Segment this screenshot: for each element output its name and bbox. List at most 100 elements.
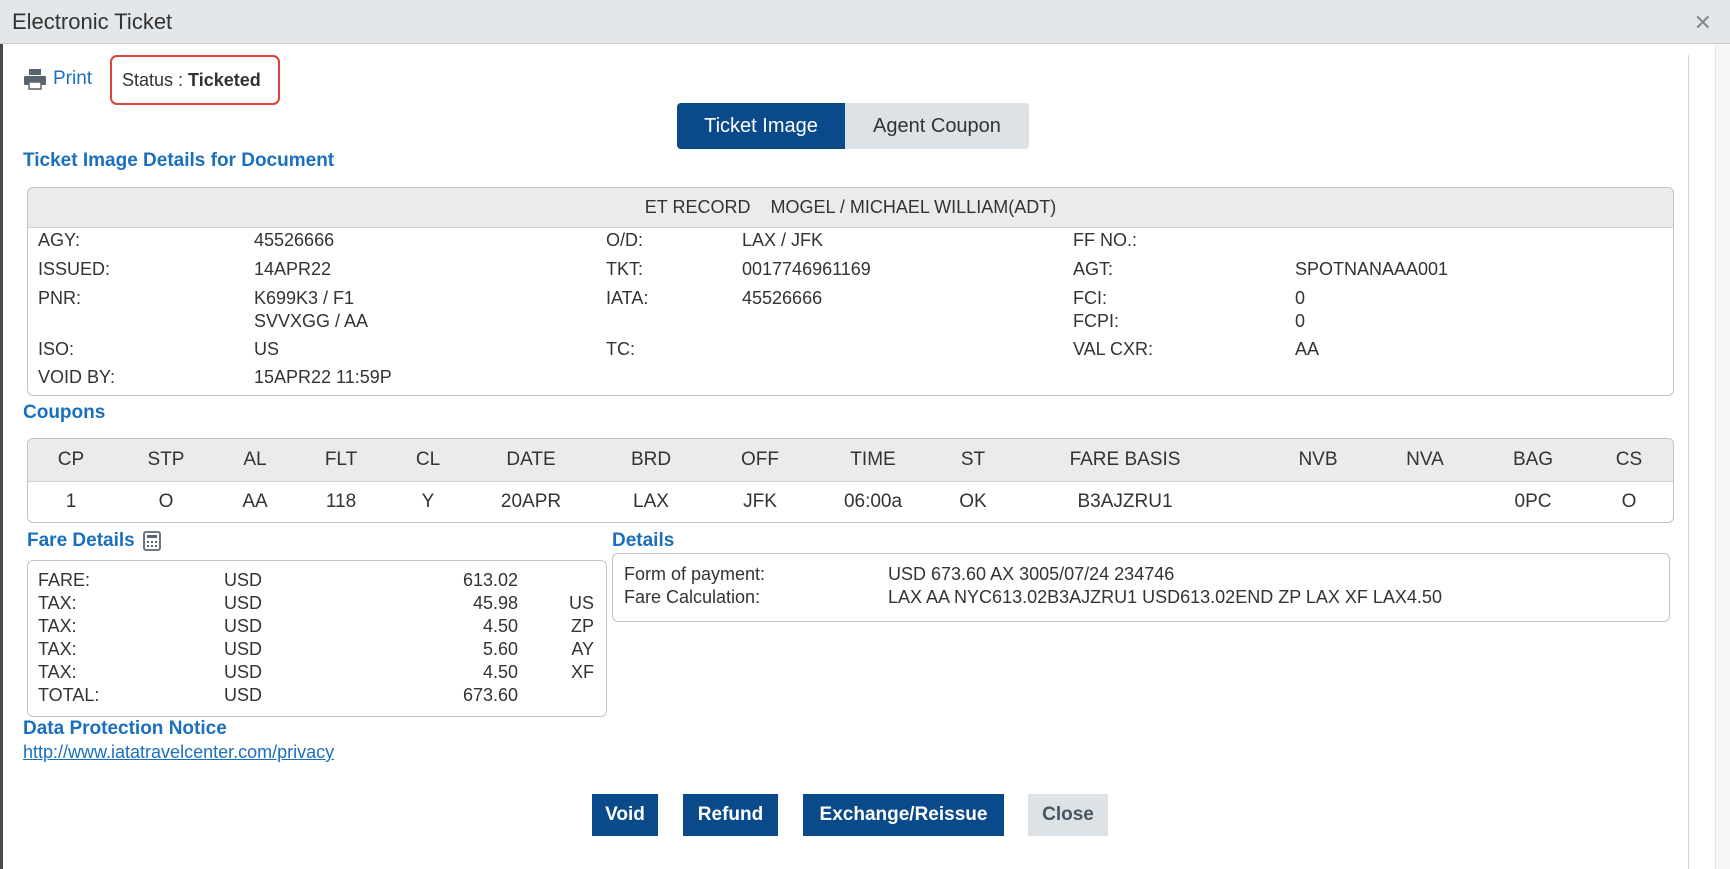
dialog-left-border bbox=[0, 44, 3, 869]
coupons-table: CP STP AL FLT CL DATE BRD OFF TIME ST FA… bbox=[27, 438, 1674, 523]
iso-value: US bbox=[254, 339, 280, 359]
coupons-table-header: CP STP AL FLT CL DATE BRD OFF TIME ST FA… bbox=[28, 439, 1673, 482]
col-header-off: OFF bbox=[741, 449, 779, 470]
dialog-titlebar: Electronic Ticket ✕ bbox=[0, 0, 1730, 44]
et-record-header: ET RECORD MOGEL / MICHAEL WILLIAM(ADT) bbox=[28, 188, 1673, 228]
issued-value: 14APR22 bbox=[254, 259, 332, 279]
tax-amount: 4.50 bbox=[482, 616, 518, 636]
col-header-bag: BAG bbox=[1512, 449, 1554, 470]
tax-code: US bbox=[568, 593, 594, 613]
tax-currency: USD bbox=[224, 639, 263, 659]
pnr-label: PNR: bbox=[38, 288, 82, 308]
tax-label: TAX: bbox=[38, 616, 77, 636]
od-value: LAX / JFK bbox=[742, 230, 824, 250]
et-record-panel: ET RECORD MOGEL / MICHAEL WILLIAM(ADT) AG… bbox=[27, 187, 1674, 396]
calculator-icon[interactable] bbox=[142, 531, 161, 551]
tax-amount: 45.98 bbox=[472, 593, 518, 613]
table-row: 1 O AA 118 Y 20APR LAX JFK 06:00a OK B3A… bbox=[28, 481, 1673, 523]
agy-value: 45526666 bbox=[254, 230, 335, 250]
cell-date: 20APR bbox=[500, 491, 562, 512]
ffno-label: FF NO.: bbox=[1073, 230, 1137, 250]
fcpi-label: FCPI: bbox=[1073, 311, 1120, 331]
printer-icon bbox=[24, 69, 46, 90]
pnr-value-2: SVVXGG / AA bbox=[254, 311, 369, 331]
col-header-al: AL bbox=[243, 449, 267, 470]
tax-label: TAX: bbox=[38, 662, 77, 682]
fare-details-title: Fare Details bbox=[27, 530, 135, 551]
tax-amount: 4.50 bbox=[482, 662, 518, 682]
fare-details-heading: Fare Details bbox=[27, 530, 161, 552]
issued-label: ISSUED: bbox=[38, 259, 111, 279]
col-header-fare-basis: FARE BASIS bbox=[1069, 449, 1181, 470]
tax-currency: USD bbox=[224, 662, 263, 682]
close-button[interactable]: Close bbox=[1028, 794, 1108, 836]
status-label: Status : bbox=[122, 70, 189, 90]
agt-label: AGT: bbox=[1073, 259, 1114, 279]
close-icon[interactable]: ✕ bbox=[1694, 10, 1712, 36]
cell-st: OK bbox=[959, 491, 987, 512]
tab-ticket-image[interactable]: Ticket Image bbox=[677, 103, 845, 149]
details-panel: Form of payment: USD 673.60 AX 3005/07/2… bbox=[612, 553, 1670, 622]
print-label: Print bbox=[53, 68, 93, 89]
tax-label: TAX: bbox=[38, 593, 77, 613]
tab-agent-coupon[interactable]: Agent Coupon bbox=[845, 103, 1029, 149]
details-title: Details bbox=[612, 530, 675, 551]
fare-currency: USD bbox=[224, 570, 263, 590]
tax-code: ZP bbox=[570, 616, 594, 636]
col-header-cs: CS bbox=[1615, 449, 1643, 470]
dialog-title: Electronic Ticket bbox=[12, 9, 173, 34]
et-record-label: ET RECORD bbox=[644, 197, 751, 217]
tax-currency: USD bbox=[224, 593, 263, 613]
tax-code: XF bbox=[570, 662, 594, 682]
cell-cl: Y bbox=[421, 491, 435, 512]
exchange-reissue-button[interactable]: Exchange/Reissue bbox=[803, 794, 1004, 836]
fcpi-value: 0 bbox=[1295, 311, 1306, 331]
fare-label: FARE: bbox=[38, 570, 91, 590]
passenger-name: MOGEL / MICHAEL WILLIAM(ADT) bbox=[770, 197, 1057, 217]
agt-value: SPOTNANAAA001 bbox=[1295, 259, 1449, 279]
refund-button[interactable]: Refund bbox=[683, 794, 778, 836]
col-header-time: TIME bbox=[850, 449, 896, 470]
total-currency: USD bbox=[224, 685, 263, 705]
col-header-date: DATE bbox=[506, 449, 556, 470]
tax-code: AY bbox=[571, 639, 594, 659]
coupons-title: Coupons bbox=[23, 402, 106, 423]
cell-time: 06:00a bbox=[843, 491, 903, 512]
voidby-value: 15APR22 11:59P bbox=[254, 367, 392, 387]
fare-amount: 613.02 bbox=[462, 570, 518, 590]
od-label: O/D: bbox=[606, 230, 644, 250]
privacy-link[interactable]: http://www.iatatravelcenter.com/privacy bbox=[23, 742, 334, 763]
tc-label: TC: bbox=[606, 339, 635, 359]
col-header-nva: NVA bbox=[1406, 449, 1444, 470]
fare-calculation-label: Fare Calculation: bbox=[624, 587, 761, 607]
fci-label: FCI: bbox=[1073, 288, 1107, 308]
ticket-image-details-title: Ticket Image Details for Document bbox=[23, 150, 335, 171]
cell-al: AA bbox=[242, 491, 268, 512]
pnr-value-1: K699K3 / F1 bbox=[254, 288, 355, 308]
total-label: TOTAL: bbox=[38, 685, 100, 705]
status-value: Ticketed bbox=[188, 70, 261, 90]
tax-amount: 5.60 bbox=[482, 639, 518, 659]
col-header-cp: CP bbox=[57, 449, 85, 470]
col-header-brd: BRD bbox=[630, 449, 672, 470]
col-header-st: ST bbox=[960, 449, 986, 470]
col-header-stp: STP bbox=[147, 449, 185, 470]
cell-off: JFK bbox=[743, 491, 777, 512]
scrollbar[interactable] bbox=[1715, 44, 1730, 869]
tax-label: TAX: bbox=[38, 639, 77, 659]
tax-currency: USD bbox=[224, 616, 263, 636]
view-tabs: Ticket Image Agent Coupon bbox=[677, 103, 1029, 149]
cell-bag: 0PC bbox=[1514, 491, 1552, 512]
cell-flt: 118 bbox=[325, 491, 357, 512]
void-button[interactable]: Void bbox=[592, 794, 658, 836]
tkt-label: TKT: bbox=[606, 259, 644, 279]
form-of-payment-value: USD 673.60 AX 3005/07/24 234746 bbox=[888, 564, 1175, 584]
cell-stp: O bbox=[158, 491, 174, 512]
col-header-nvb: NVB bbox=[1298, 449, 1338, 470]
cell-cs: O bbox=[1621, 491, 1637, 512]
tkt-value: 0017746961169 bbox=[742, 259, 871, 279]
col-header-cl: CL bbox=[415, 449, 441, 470]
content-scroll-edge bbox=[1688, 55, 1689, 869]
valcxr-value: AA bbox=[1295, 339, 1320, 359]
print-button[interactable]: Print bbox=[23, 68, 92, 90]
